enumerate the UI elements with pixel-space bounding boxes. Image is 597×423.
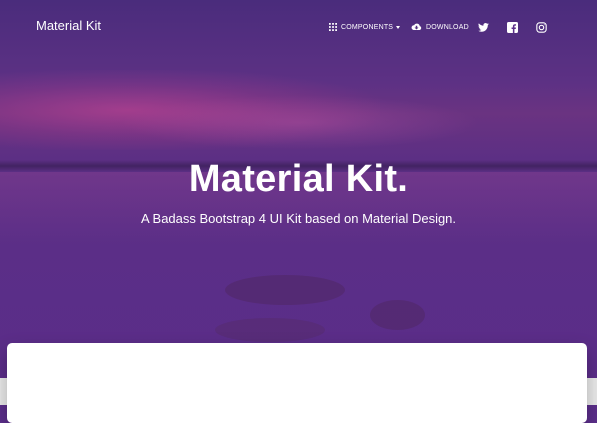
- nav-components-dropdown[interactable]: COMPONENTS: [329, 20, 401, 34]
- main-content-card: [7, 343, 587, 423]
- sky-glow-secondary: [120, 95, 480, 150]
- twitter-link[interactable]: [478, 20, 489, 34]
- rock-shape: [225, 275, 345, 305]
- brand-link[interactable]: Material Kit: [36, 18, 101, 33]
- nav-components-label: COMPONENTS: [341, 23, 394, 31]
- hero-subtitle: A Badass Bootstrap 4 UI Kit based on Mat…: [140, 211, 457, 226]
- chevron-down-icon: [396, 25, 401, 29]
- rock-shape: [370, 300, 425, 330]
- nav-download-link[interactable]: DOWNLOAD: [411, 20, 469, 34]
- cloud-download-icon: [411, 23, 422, 31]
- instagram-link[interactable]: [536, 20, 547, 34]
- navbar: Material Kit COMPONENTS DOWNLOAD: [0, 0, 597, 52]
- nav-download-label: DOWNLOAD: [426, 23, 469, 31]
- twitter-icon: [478, 22, 489, 32]
- apps-grid-icon: [329, 23, 337, 31]
- facebook-icon: [507, 21, 518, 33]
- facebook-link[interactable]: [507, 20, 518, 34]
- hero-title: Material Kit.: [188, 158, 409, 200]
- rock-shape: [215, 318, 325, 342]
- instagram-icon: [536, 21, 547, 33]
